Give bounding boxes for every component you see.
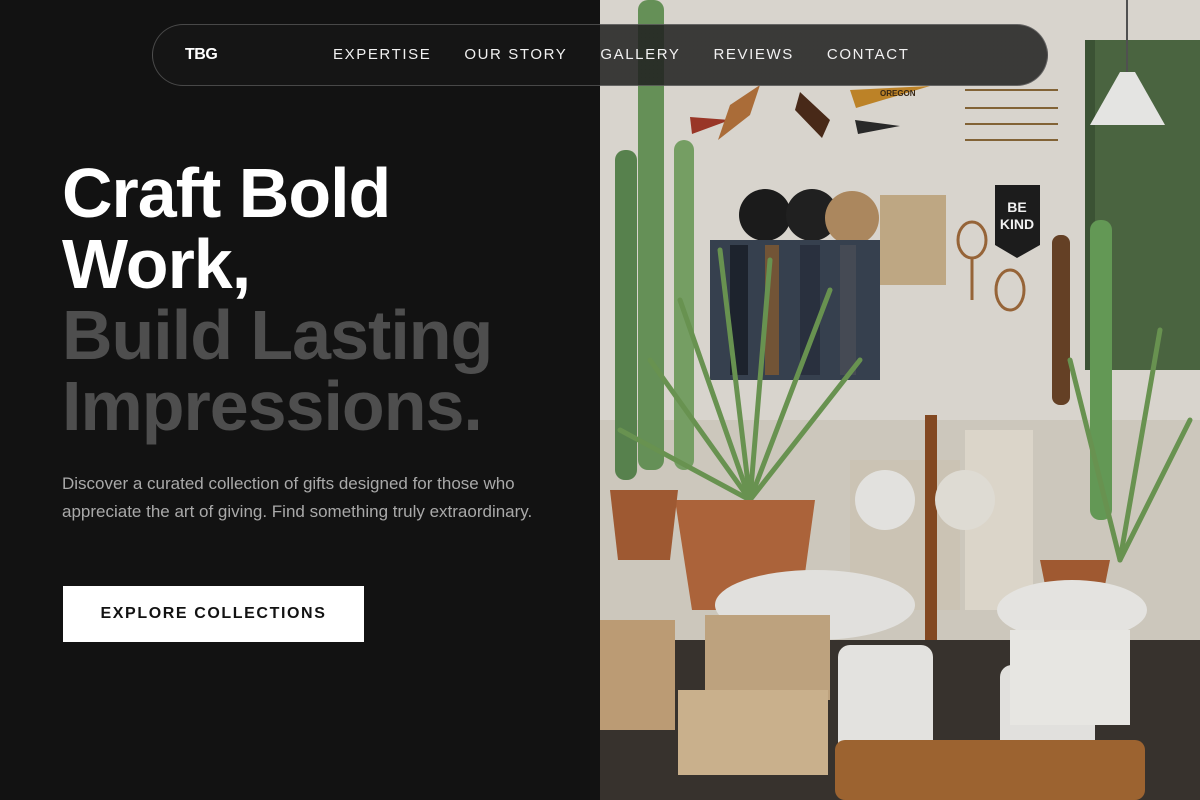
nav-link-gallery[interactable]: GALLERY: [600, 45, 680, 65]
top-navbar: TBG EXPERTISE OUR STORY GALLERY REVIEWS …: [152, 24, 1048, 86]
logo-link[interactable]: TBG: [185, 45, 218, 65]
explore-collections-button[interactable]: EXPLORE COLLECTIONS: [63, 586, 364, 642]
nav-link-expertise[interactable]: EXPERTISE: [333, 45, 431, 65]
nav-link-reviews[interactable]: REVIEWS: [714, 45, 794, 65]
nav-links: EXPERTISE OUR STORY GALLERY REVIEWS CONT…: [333, 45, 909, 65]
hero-image-shop-interior: BE KIND OREGON: [600, 0, 1200, 800]
hero-title-line-3: Build Lasting: [62, 296, 493, 374]
hero-title: Craft Bold Work, Build Lasting Impressio…: [62, 158, 582, 442]
hero-title-line-2: Work,: [62, 225, 251, 303]
nav-link-contact[interactable]: CONTACT: [827, 45, 910, 65]
hero-title-line-4: Impressions.: [62, 367, 483, 445]
hero-title-line-1: Craft Bold: [62, 154, 391, 232]
hero-description: Discover a curated collection of gifts d…: [62, 474, 533, 521]
nav-link-our-story[interactable]: OUR STORY: [464, 45, 567, 65]
shop-interior-illustration: BE KIND OREGON: [600, 0, 1200, 800]
